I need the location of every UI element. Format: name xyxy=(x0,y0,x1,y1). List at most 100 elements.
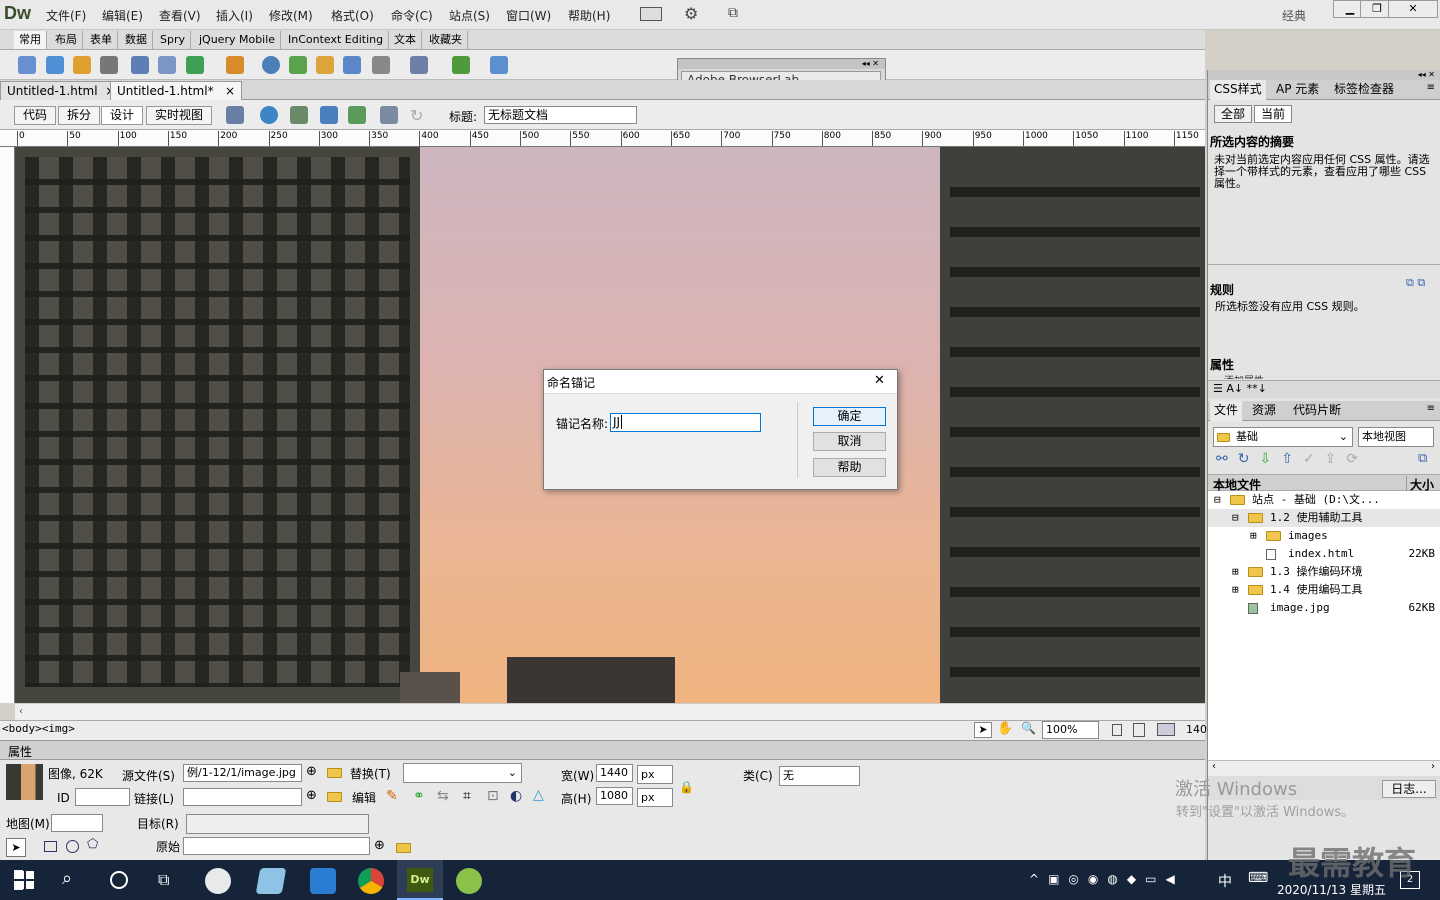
point-to-file-icon[interactable]: ⊕ xyxy=(306,764,317,779)
layout-icon[interactable] xyxy=(640,7,662,21)
id-input[interactable] xyxy=(75,788,130,806)
horizontal-scrollbar[interactable]: ‹ xyxy=(15,703,1205,720)
panel-menu-icon[interactable]: ≡ xyxy=(1427,82,1435,93)
panel-menu-icon[interactable]: ≡ xyxy=(1427,403,1435,414)
update-icon[interactable]: ⇆ xyxy=(437,788,449,804)
file-tree-row[interactable]: image.jpg 62KB xyxy=(1208,599,1440,617)
tab-files[interactable]: 文件 xyxy=(1210,401,1243,421)
file-tree-row[interactable]: ⊞ images xyxy=(1208,527,1440,545)
polygon-hotspot-icon[interactable]: ⬠ xyxy=(87,837,98,852)
file-tree-row[interactable]: ⊞ 1.3 操作编码环境 xyxy=(1208,563,1440,581)
close-icon[interactable]: × xyxy=(225,84,235,98)
bell-icon[interactable]: ◆ xyxy=(1127,872,1145,886)
tree-toggle-icon[interactable]: ⊞ xyxy=(1232,563,1239,581)
width-unit-select[interactable]: px xyxy=(637,765,673,784)
doc-tab-2[interactable]: Untitled-1.html* × xyxy=(110,81,243,100)
folder-icon[interactable] xyxy=(396,843,411,853)
qq-icon[interactable]: ◉ xyxy=(1088,872,1107,886)
log-button[interactable]: 日志... xyxy=(1382,780,1436,798)
check-browser-icon[interactable] xyxy=(348,106,366,124)
set-properties-icon[interactable]: **↓ xyxy=(1247,382,1267,395)
widget-icon[interactable] xyxy=(262,56,280,74)
email-link-icon[interactable] xyxy=(46,56,64,74)
notepad-app-icon[interactable] xyxy=(255,868,287,894)
sync-icon[interactable]: ⟳ xyxy=(1346,451,1368,467)
help-button[interactable]: 帮助 xyxy=(813,458,886,477)
zoom-select[interactable]: 100% xyxy=(1042,721,1099,739)
tree-toggle-icon[interactable]: ⊟ xyxy=(1214,491,1221,509)
alt-select[interactable]: ⌄ xyxy=(403,763,522,783)
files-hscroll[interactable]: ‹ › xyxy=(1208,760,1440,776)
hand-tool-icon[interactable]: ✋ xyxy=(997,721,1013,736)
comment-icon[interactable] xyxy=(343,56,361,74)
add-property-link[interactable]: 添加属性 xyxy=(1224,372,1264,379)
horizontal-rule-icon[interactable] xyxy=(100,56,118,74)
panel-collapse-icon[interactable]: ◂◂ ✕ xyxy=(1208,70,1440,80)
rect-hotspot-icon[interactable] xyxy=(44,841,57,852)
width-input[interactable]: 1440 xyxy=(596,764,633,782)
brightness-icon[interactable]: ◐ xyxy=(510,788,522,804)
file-management-icon[interactable] xyxy=(290,106,308,124)
scroll-left-icon[interactable]: ‹ xyxy=(1212,761,1216,772)
tree-toggle-icon[interactable]: ⊞ xyxy=(1250,527,1257,545)
file-tree-row[interactable]: ⊟ 1.2 使用辅助工具 xyxy=(1208,509,1440,527)
tag-chooser-icon[interactable] xyxy=(490,56,508,74)
task-view-icon[interactable]: ⧉ xyxy=(158,870,169,890)
tray-screen-icon[interactable]: ▣ xyxy=(1048,872,1068,886)
refresh-icon[interactable]: ↻ xyxy=(410,106,423,125)
keyboard-icon[interactable]: ⌨ xyxy=(1248,870,1268,886)
css-mode-current[interactable]: 当前 xyxy=(1254,105,1293,123)
tree-toggle-icon[interactable]: ⊞ xyxy=(1232,581,1239,599)
tablet-size-icon[interactable] xyxy=(1133,723,1145,737)
workspace-switcher[interactable]: 经典 xyxy=(1282,7,1306,24)
sharpen-icon[interactable]: △ xyxy=(533,787,544,803)
show-cascade-icon[interactable]: ⧉ ⧉ xyxy=(1406,276,1425,290)
menu-insert[interactable]: 插入(I) xyxy=(216,7,253,24)
doc-tab-1[interactable]: Untitled-1.html × xyxy=(0,81,123,100)
templates-icon[interactable] xyxy=(452,56,470,74)
checkout-icon[interactable]: ✓ xyxy=(1303,451,1325,467)
lock-icon[interactable]: 🔒 xyxy=(679,780,694,794)
refresh-icon[interactable]: ↻ xyxy=(1238,451,1260,467)
server-include-icon[interactable] xyxy=(316,56,334,74)
properties-header[interactable]: 属性 xyxy=(0,740,1205,760)
date-icon[interactable] xyxy=(289,56,307,74)
tab-common[interactable]: 常用 xyxy=(14,31,47,49)
zoom-tool-icon[interactable]: 🔍 xyxy=(1021,721,1036,735)
code-view-button[interactable]: 代码 xyxy=(14,106,57,125)
select-tool-icon[interactable]: ➤ xyxy=(974,722,992,738)
tray-app-icon[interactable]: ◍ xyxy=(1107,872,1126,886)
volume-icon[interactable]: ◀ xyxy=(1165,872,1183,886)
file-tree-row[interactable]: index.html 22KB xyxy=(1208,545,1440,563)
menu-file[interactable]: 文件(F) xyxy=(46,7,86,24)
menu-view[interactable]: 查看(V) xyxy=(159,7,201,24)
page-title-input[interactable]: 无标题文档 xyxy=(484,106,637,124)
site-select[interactable]: 基础 ⌄ xyxy=(1213,427,1353,447)
put-icon[interactable]: ⇧ xyxy=(1281,451,1303,467)
tab-snippets[interactable]: 代码片断 xyxy=(1289,401,1345,421)
original-input[interactable] xyxy=(183,837,370,855)
target-select[interactable] xyxy=(186,814,369,834)
tab-forms[interactable]: 表单 xyxy=(85,31,118,49)
view-select[interactable]: 本地视图 xyxy=(1358,427,1434,447)
hyperlink-icon[interactable] xyxy=(18,56,36,74)
melon-app-icon[interactable] xyxy=(456,868,482,894)
gear-icon[interactable]: ⚙ xyxy=(684,4,698,23)
height-input[interactable]: 1080 xyxy=(596,787,633,805)
menu-modify[interactable]: 修改(M) xyxy=(269,7,313,24)
expand-icon[interactable]: ⧉ xyxy=(1418,451,1427,466)
connect-icon[interactable]: ⚯ xyxy=(1216,451,1238,467)
menu-site[interactable]: 站点(S) xyxy=(449,7,490,24)
menu-format[interactable]: 格式(O) xyxy=(331,7,374,24)
folder-icon[interactable] xyxy=(327,768,342,778)
design-view-button[interactable]: 设计 xyxy=(101,106,144,125)
tag-selector[interactable]: <body><img> xyxy=(2,722,75,735)
close-button[interactable]: ✕ xyxy=(1388,0,1438,18)
cortana-icon[interactable] xyxy=(110,871,128,889)
ok-button[interactable]: 确定 xyxy=(813,407,886,426)
preview-browser-icon[interactable] xyxy=(260,106,278,124)
tab-incontext[interactable]: InContext Editing xyxy=(283,31,390,49)
file-tree-row[interactable]: ⊞ 1.4 使用编码工具 xyxy=(1208,581,1440,599)
menu-help[interactable]: 帮助(H) xyxy=(568,7,610,24)
tab-favorites[interactable]: 收藏夹 xyxy=(424,31,468,49)
